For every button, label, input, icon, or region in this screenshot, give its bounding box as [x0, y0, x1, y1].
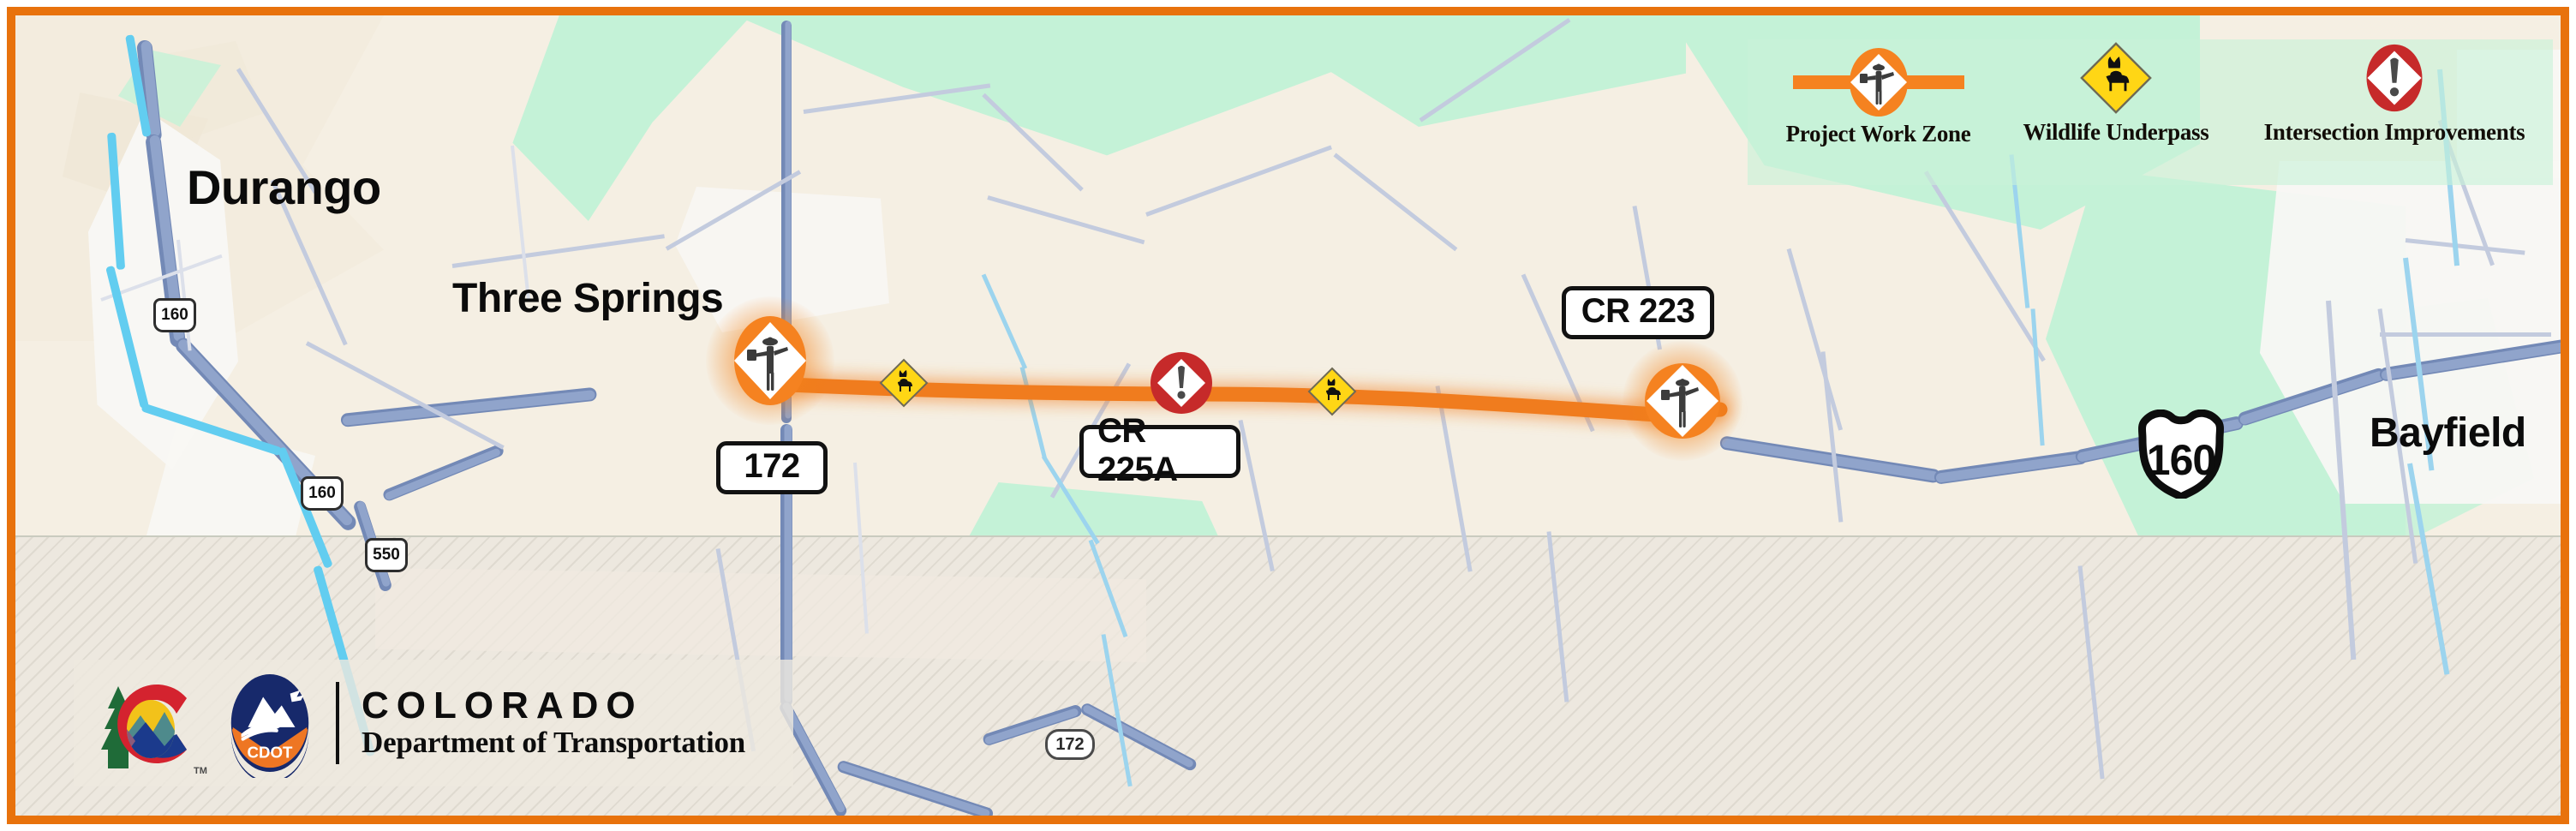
us-shield-160-south: 160: [301, 476, 344, 511]
marker-wildlife-west[interactable]: [879, 358, 929, 408]
state-shield-172: 172: [1045, 729, 1095, 760]
plate-cr-225a: CR 225A: [1079, 412, 1240, 488]
project-map: 160 160 550 172 160 Durango Three Spring…: [15, 15, 2561, 816]
us-shield-550: 550: [365, 538, 408, 572]
legend-label-intersection: Intersection Improvements: [2263, 119, 2525, 145]
trademark-symbol: TM: [194, 766, 207, 776]
intersection-warning-icon: [1151, 352, 1212, 414]
cdot-badge-icon: CDOT: [230, 673, 309, 778]
agency-name-line2: Department of Transportation: [362, 725, 746, 759]
place-label-bayfield: Bayfield: [2370, 410, 2526, 456]
marker-work-zone-east[interactable]: [1623, 341, 1742, 461]
us-shield-160-north: 160: [153, 298, 196, 332]
work-zone-icon: [1792, 48, 1964, 117]
agency-name-line1: COLORADO: [362, 684, 643, 726]
marker-wildlife-east[interactable]: [1307, 367, 1357, 416]
cdot-badge-text: CDOT: [248, 743, 293, 761]
agency-name-block: COLORADO Department of Transportation: [362, 684, 746, 760]
place-label-three-springs: Three Springs: [452, 276, 724, 321]
place-label-durango: Durango: [187, 160, 381, 214]
map-frame: 160 160 550 172 160 Durango Three Spring…: [7, 7, 2569, 824]
colorado-brand-mark-icon: TM: [101, 685, 207, 776]
marker-intersection-cr225a[interactable]: [1148, 350, 1215, 416]
logo-divider: [336, 682, 339, 764]
marker-work-zone-west[interactable]: [706, 296, 834, 425]
wildlife-crossing-icon: [879, 358, 929, 408]
legend-item-intersection[interactable]: Intersection Improvements: [2236, 41, 2553, 146]
wildlife-crossing-icon: [2080, 42, 2152, 114]
legend-label-wildlife: Wildlife Underpass: [2023, 119, 2209, 145]
cdot-logo: TM CDOT COLORADO Department of Transport…: [74, 660, 793, 786]
work-zone-icon: [1645, 363, 1720, 439]
intersection-warning-icon: [2366, 44, 2423, 112]
plate-cr-223: CR 223: [1562, 286, 1714, 339]
work-zone-icon: [734, 316, 806, 405]
plate-sh-172: 172: [716, 441, 828, 494]
map-legend: Project Work Zone Wildlife Underpass Int…: [1748, 39, 2553, 185]
legend-label-work-zone: Project Work Zone: [1785, 121, 1971, 146]
us-shield-160-large-label: 160: [2146, 436, 2216, 484]
wildlife-crossing-icon: [1307, 367, 1357, 416]
us-shield-160-large: 160: [2134, 409, 2228, 501]
legend-item-work-zone[interactable]: Project Work Zone: [1748, 48, 2009, 147]
legend-item-wildlife[interactable]: Wildlife Underpass: [2005, 41, 2227, 146]
